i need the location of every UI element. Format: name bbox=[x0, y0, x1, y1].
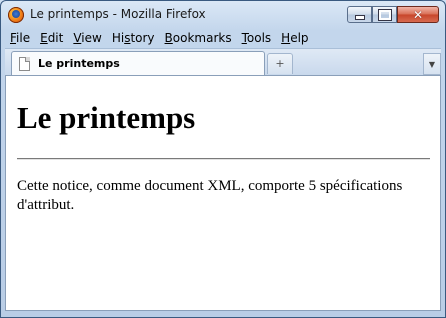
menu-history[interactable]: History bbox=[107, 29, 160, 47]
menu-file[interactable]: File bbox=[5, 29, 35, 47]
menu-bookmarks[interactable]: Bookmarks bbox=[160, 29, 237, 47]
maximize-button[interactable] bbox=[372, 6, 397, 23]
window-controls: ✕ bbox=[347, 6, 439, 24]
firefox-icon[interactable] bbox=[8, 7, 24, 23]
maximize-icon bbox=[378, 9, 391, 20]
page-paragraph: Cette notice, comme document XML, compor… bbox=[17, 178, 403, 213]
close-icon: ✕ bbox=[412, 7, 424, 22]
menu-view[interactable]: View bbox=[68, 29, 106, 47]
chevron-down-icon: ▼ bbox=[428, 60, 436, 69]
menu-bar: File Edit View History Bookmarks Tools H… bbox=[5, 29, 441, 47]
window-title: Le printemps - Mozilla Firefox bbox=[30, 7, 206, 21]
browser-window: Le printemps - Mozilla Firefox ✕ File Ed… bbox=[0, 0, 446, 318]
horizontal-rule bbox=[17, 158, 430, 160]
tab-strip: Le printemps + ▼ bbox=[5, 48, 441, 76]
page-heading: Le printemps bbox=[17, 100, 196, 135]
tab-label: Le printemps bbox=[38, 57, 120, 70]
tab-le-printemps[interactable]: Le printemps bbox=[11, 51, 265, 76]
page-icon bbox=[19, 57, 30, 71]
title-bar[interactable]: Le printemps - Mozilla Firefox ✕ bbox=[1, 1, 445, 29]
minimize-icon bbox=[354, 15, 365, 20]
close-button[interactable]: ✕ bbox=[397, 6, 439, 23]
menu-help[interactable]: Help bbox=[276, 29, 313, 47]
menu-edit[interactable]: Edit bbox=[35, 29, 68, 47]
menu-tools[interactable]: Tools bbox=[237, 29, 277, 47]
list-all-tabs-button[interactable]: ▼ bbox=[423, 53, 441, 75]
page-content: Le printemps Cette notice, comme documen… bbox=[5, 75, 441, 311]
plus-icon: + bbox=[275, 57, 285, 70]
minimize-button[interactable] bbox=[347, 6, 372, 23]
new-tab-button[interactable]: + bbox=[267, 53, 293, 74]
